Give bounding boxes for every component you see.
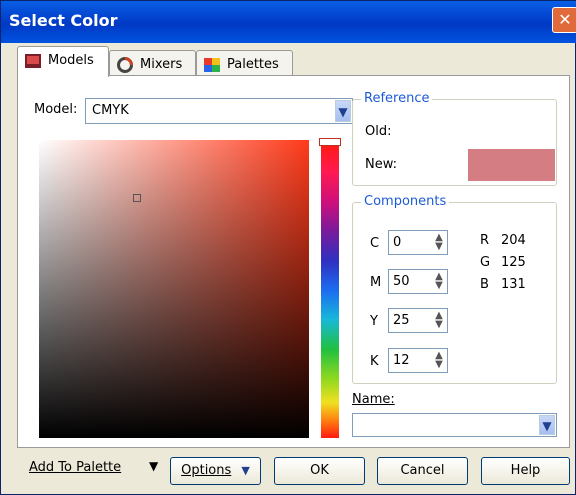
color-picker-marker[interactable] — [133, 194, 141, 202]
dialog-title: Select Color — [9, 11, 118, 30]
model-label: Model: — [34, 102, 78, 117]
spinner-arrows-icon[interactable]: ▲ ▼ — [433, 311, 445, 330]
ok-button[interactable]: OK — [274, 457, 365, 485]
models-panel: Model: CMYK ▼ Reference Old: New: Compon… — [17, 75, 570, 448]
chevron-down-icon: ▼ — [241, 464, 250, 477]
hue-slider-handle[interactable] — [319, 138, 341, 146]
reference-group: Reference Old: New: — [352, 91, 557, 186]
add-to-palette-button[interactable]: Add To Palette ▼ — [29, 459, 169, 484]
tab-label: Mixers — [140, 57, 183, 72]
hue-slider[interactable] — [319, 138, 341, 438]
spinner-arrows-icon[interactable]: ▲ ▼ — [433, 272, 445, 291]
ok-label: OK — [310, 463, 329, 478]
tab-mixers[interactable]: Mixers — [109, 50, 196, 77]
new-color-swatch — [468, 149, 555, 181]
blue-label: B — [480, 277, 489, 292]
green-value: 125 — [501, 255, 526, 270]
yellow-value: 25 — [393, 313, 410, 328]
spinner-arrows-icon[interactable]: ▲ ▼ — [433, 351, 445, 370]
close-button[interactable]: ✕ — [552, 7, 576, 33]
magenta-value: 50 — [393, 274, 410, 289]
model-select[interactable]: CMYK ▼ — [85, 98, 353, 124]
cyan-label: C — [370, 236, 380, 251]
help-button[interactable]: Help — [481, 457, 570, 485]
magenta-label: M — [370, 275, 382, 290]
palettes-icon — [204, 58, 220, 72]
black-label: K — [370, 354, 379, 369]
magenta-spinbox[interactable]: 50 ▲ ▼ — [388, 269, 448, 294]
tab-palettes[interactable]: Palettes — [196, 50, 293, 77]
add-to-palette-label: Add To Palette — [29, 460, 122, 475]
old-color-label: Old: — [365, 124, 392, 139]
select-color-dialog: Select Color ✕ Models Mixers Palettes Mo… — [0, 0, 576, 495]
black-spinbox[interactable]: 12 ▲ ▼ — [388, 348, 448, 373]
yellow-spinbox[interactable]: 25 ▲ ▼ — [388, 308, 448, 333]
components-group: Components C 0 ▲ ▼ M 50 ▲ ▼ Y 25 ▲ ▼ K 12 ▲… — [352, 194, 557, 384]
name-combo[interactable]: ▼ — [352, 413, 557, 437]
tab-models[interactable]: Models — [17, 46, 109, 77]
red-label: R — [480, 233, 490, 248]
blue-value: 131 — [501, 277, 526, 292]
tab-label: Models — [48, 53, 94, 68]
cancel-label: Cancel — [400, 463, 445, 478]
green-label: G — [480, 255, 491, 270]
reference-title: Reference — [361, 91, 433, 106]
chevron-down-icon: ▼ — [335, 100, 351, 122]
options-label: Options — [181, 463, 232, 478]
cancel-button[interactable]: Cancel — [377, 457, 468, 485]
spinner-arrows-icon[interactable]: ▲ ▼ — [433, 233, 445, 252]
name-label: Name: — [352, 392, 395, 407]
tab-label: Palettes — [227, 57, 279, 72]
cyan-value: 0 — [393, 235, 402, 250]
dropdown-arrow-icon: ▼ — [149, 459, 159, 473]
close-icon: ✕ — [558, 10, 572, 29]
yellow-label: Y — [370, 314, 378, 329]
components-title: Components — [361, 194, 450, 209]
models-icon — [25, 54, 41, 68]
new-color-label: New: — [365, 157, 398, 172]
color-field[interactable] — [39, 140, 309, 438]
help-label: Help — [510, 463, 541, 478]
chevron-down-icon: ▼ — [539, 415, 555, 435]
options-button[interactable]: Options ▼ — [170, 457, 261, 485]
mixers-icon — [117, 57, 133, 73]
black-value: 12 — [393, 353, 410, 368]
red-value: 204 — [501, 233, 526, 248]
cyan-spinbox[interactable]: 0 ▲ ▼ — [388, 230, 448, 255]
title-bar[interactable]: Select Color ✕ — [1, 1, 576, 43]
model-value: CMYK — [92, 103, 129, 118]
